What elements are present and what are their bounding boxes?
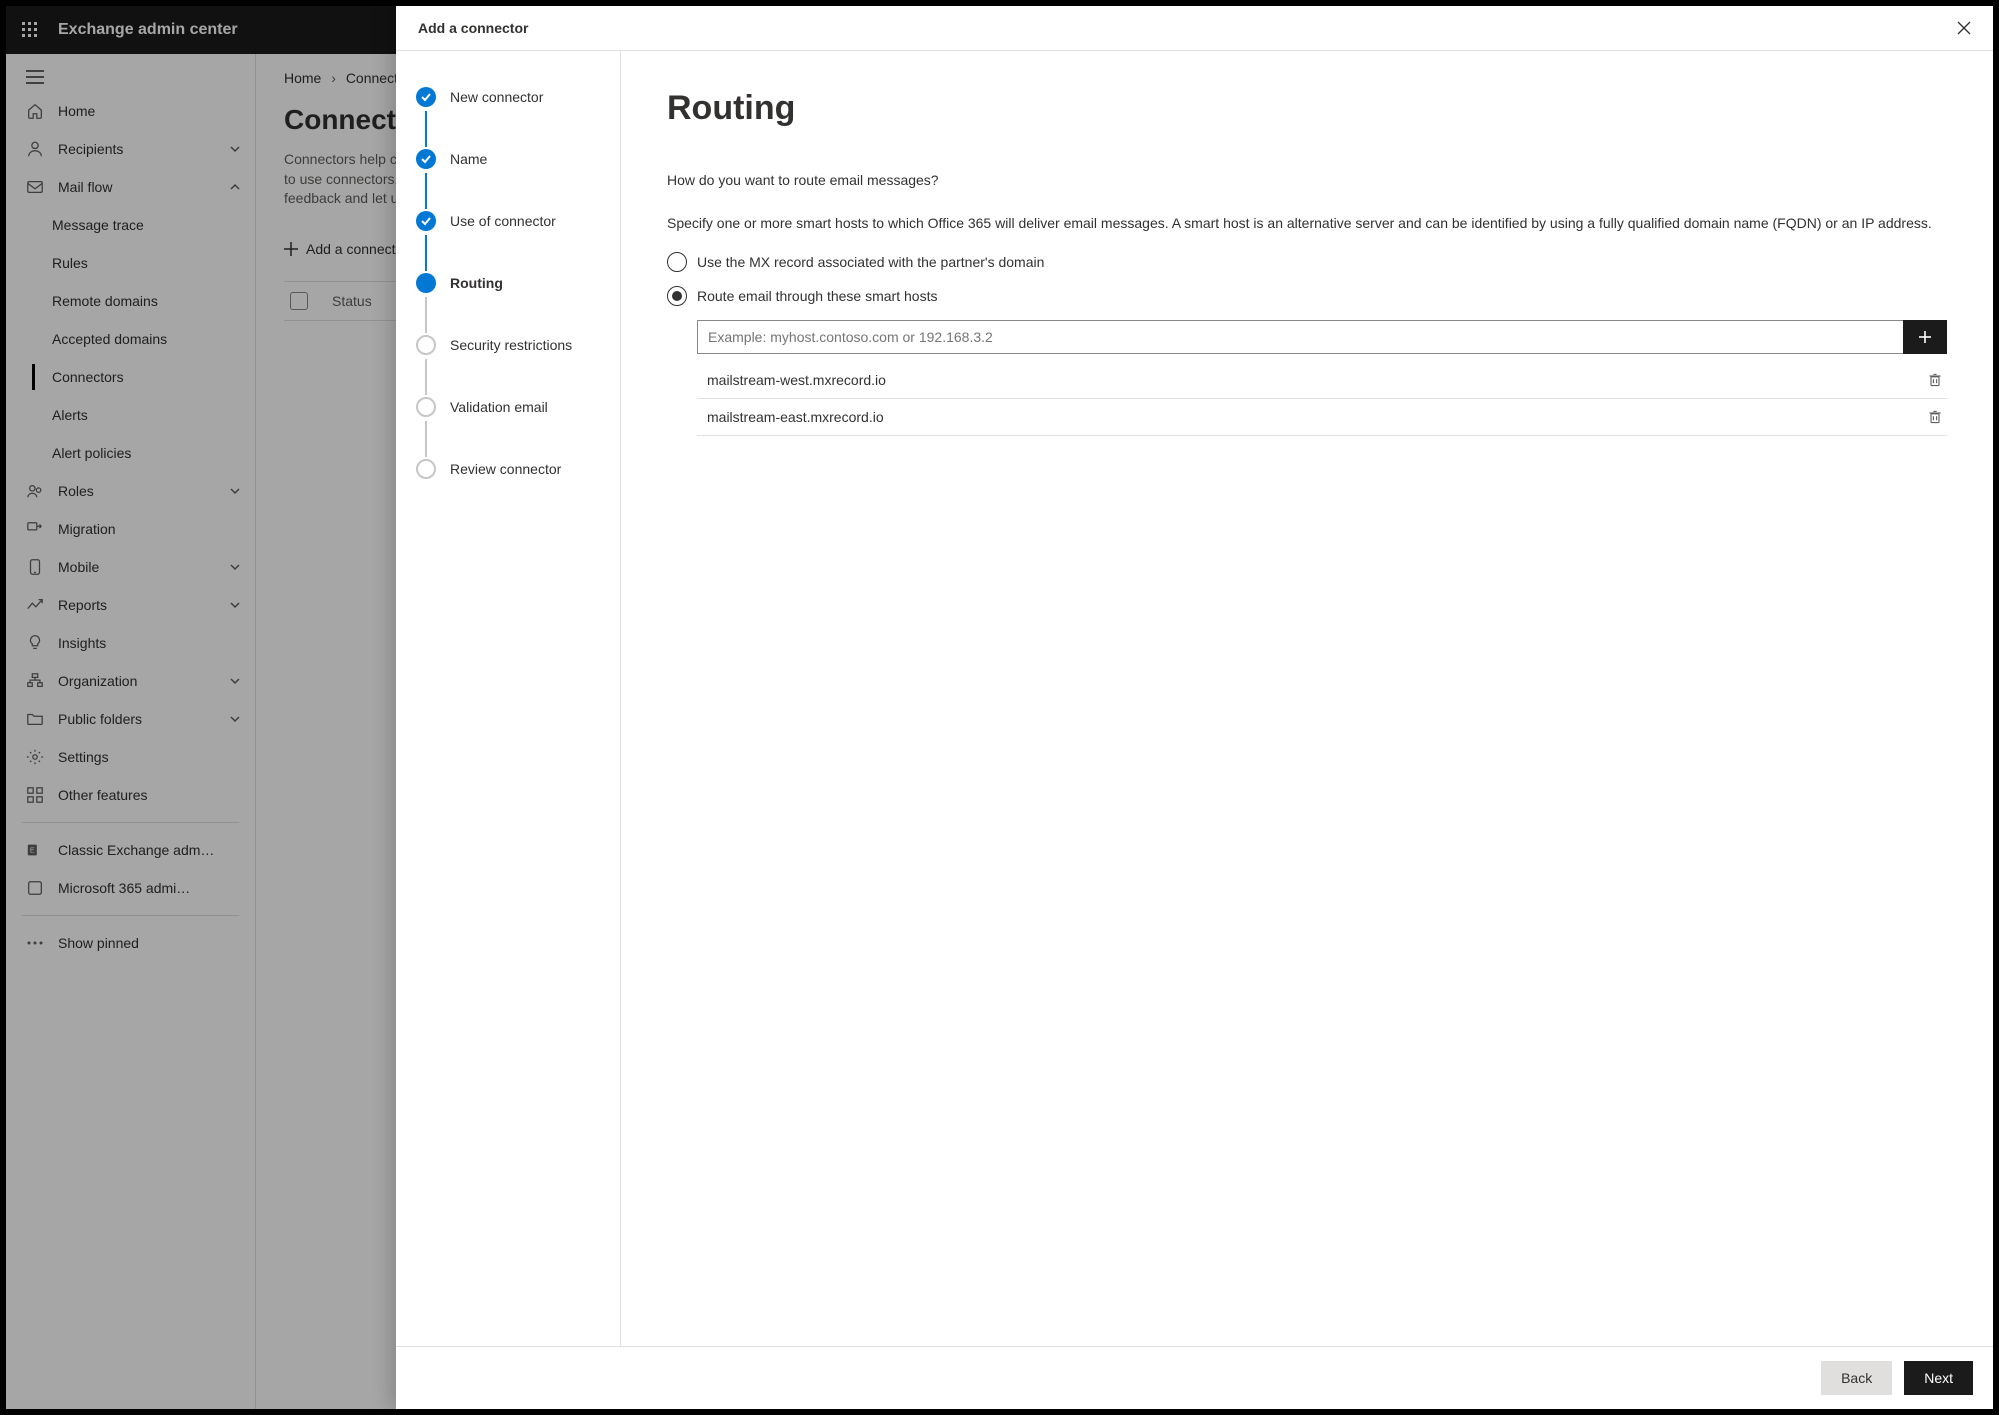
wizard-steps: New connector Name Use of connector Rout… [396, 51, 621, 1346]
panel-title: Add a connector [418, 20, 528, 36]
panel-content: Routing How do you want to route email m… [621, 51, 1993, 1346]
smart-host-row: mailstream-east.mxrecord.io [697, 399, 1947, 436]
step-future-icon [416, 397, 436, 417]
step-routing[interactable]: Routing [416, 265, 600, 301]
smart-host-value: mailstream-west.mxrecord.io [707, 372, 886, 388]
step-label: Routing [450, 275, 503, 291]
smart-host-row: mailstream-west.mxrecord.io [697, 362, 1947, 399]
smart-host-value: mailstream-east.mxrecord.io [707, 409, 884, 425]
smart-host-input[interactable] [697, 320, 1904, 354]
step-label: Security restrictions [450, 337, 572, 353]
close-button[interactable] [1957, 21, 1971, 35]
delete-host-button[interactable] [1927, 372, 1943, 388]
next-button[interactable]: Next [1904, 1361, 1973, 1395]
content-heading: Routing [667, 89, 1947, 128]
step-label: Validation email [450, 399, 548, 415]
add-connector-panel: Add a connector New connector Name Use o… [396, 6, 1993, 1409]
step-current-icon [416, 273, 436, 293]
content-question: How do you want to route email messages? [667, 170, 1947, 191]
step-future-icon [416, 459, 436, 479]
radio-label: Use the MX record associated with the pa… [697, 254, 1044, 270]
step-validation-email[interactable]: Validation email [416, 389, 600, 425]
content-explain: Specify one or more smart hosts to which… [667, 213, 1947, 234]
delete-host-button[interactable] [1927, 409, 1943, 425]
step-label: New connector [450, 89, 543, 105]
step-label: Review connector [450, 461, 561, 477]
step-done-icon [416, 211, 436, 231]
step-security-restrictions[interactable]: Security restrictions [416, 327, 600, 363]
step-done-icon [416, 149, 436, 169]
add-host-button[interactable] [1903, 320, 1947, 354]
step-use-of-connector[interactable]: Use of connector [416, 203, 600, 239]
radio-selected-icon [667, 286, 687, 306]
radio-icon [667, 252, 687, 272]
radio-label: Route email through these smart hosts [697, 288, 937, 304]
back-button[interactable]: Back [1821, 1361, 1892, 1395]
step-done-icon [416, 87, 436, 107]
step-name[interactable]: Name [416, 141, 600, 177]
step-new-connector[interactable]: New connector [416, 79, 600, 115]
option-mx-record[interactable]: Use the MX record associated with the pa… [667, 252, 1947, 272]
step-label: Use of connector [450, 213, 556, 229]
step-future-icon [416, 335, 436, 355]
step-label: Name [450, 151, 487, 167]
step-review-connector[interactable]: Review connector [416, 451, 600, 487]
option-smart-hosts[interactable]: Route email through these smart hosts [667, 286, 1947, 306]
